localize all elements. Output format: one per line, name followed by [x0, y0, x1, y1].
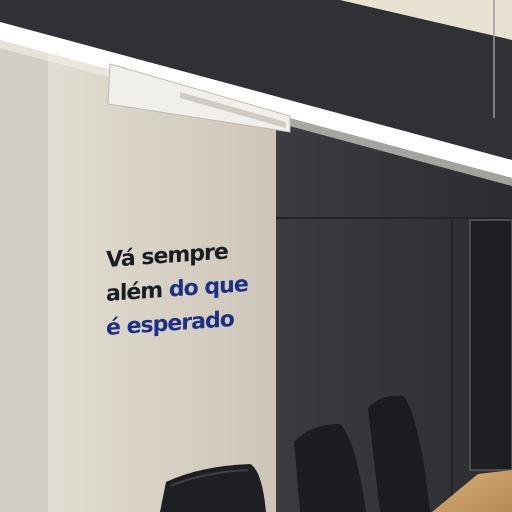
left-wall	[0, 20, 48, 512]
wall-motto: Vá sempre além do que é esperado	[106, 234, 248, 346]
motto-word-do-que: do que	[168, 272, 248, 303]
glass-window	[470, 220, 512, 470]
motto-word-sempre: sempre	[141, 239, 228, 271]
motto-word-va: Vá	[106, 245, 135, 273]
office-scene	[0, 0, 512, 512]
motto-word-alem: além	[106, 278, 163, 307]
motto-line-esperado: é esperado	[106, 307, 234, 341]
